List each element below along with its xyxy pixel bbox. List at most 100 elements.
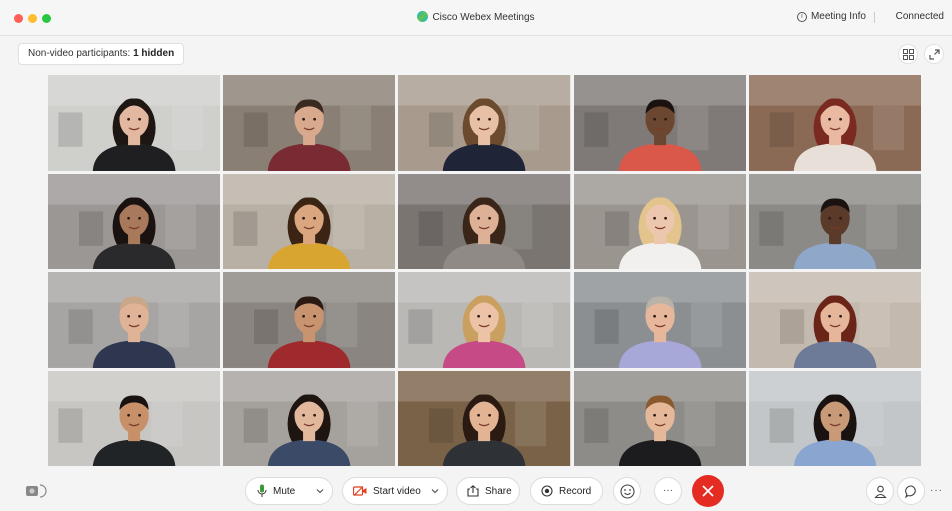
participant-video-feed	[48, 272, 221, 368]
background-window	[676, 105, 708, 151]
non-video-count: 1 hidden	[133, 48, 175, 59]
participant-eye	[488, 314, 492, 318]
start-video-button[interactable]: Start video	[342, 477, 448, 505]
participant-eye	[302, 117, 306, 121]
background-window	[340, 105, 372, 151]
participant-eye	[313, 117, 317, 121]
chevron-down-icon[interactable]	[316, 488, 324, 494]
participant-eye	[313, 314, 317, 318]
meeting-info-label: Meeting Info	[810, 11, 866, 22]
share-button[interactable]: Share	[456, 477, 520, 505]
participant-eye	[313, 216, 317, 220]
more-options-button[interactable]: ···	[654, 477, 682, 505]
background-window	[326, 302, 358, 348]
participant-video-tile[interactable]	[398, 75, 571, 171]
expand-button[interactable]	[924, 44, 944, 64]
participant-video-tile[interactable]	[223, 75, 396, 171]
participant-eye	[477, 117, 481, 121]
background-window	[165, 204, 197, 249]
audio-device-icon[interactable]	[20, 477, 48, 505]
chat-panel-button[interactable]	[897, 477, 925, 505]
background-window	[151, 401, 183, 446]
participant-video-tile[interactable]	[398, 370, 571, 466]
non-video-participants-indicator[interactable]: Non-video participants: 1 hidden	[18, 43, 185, 65]
background-object	[243, 112, 268, 147]
participant-video-feed	[223, 370, 396, 466]
meeting-controls-bar: Mute Start video Share Record ··· ···	[0, 470, 952, 511]
meeting-info-button[interactable]: i Meeting Info	[796, 11, 866, 22]
background-object	[419, 210, 444, 246]
background-object	[583, 407, 609, 443]
participant-eye	[127, 314, 130, 318]
smiley-icon	[620, 484, 635, 499]
participant-eye	[828, 314, 831, 318]
participant-video-tile[interactable]	[748, 75, 921, 171]
participant-eye	[138, 413, 141, 417]
participant-eye	[302, 413, 306, 417]
mute-button[interactable]: Mute	[245, 477, 333, 505]
participant-video-tile[interactable]	[223, 370, 396, 466]
participant-video-feed	[748, 272, 921, 368]
participant-eye	[839, 314, 842, 318]
connection-status: Connected	[895, 11, 944, 22]
participant-video-tile[interactable]	[398, 173, 571, 269]
participant-video-tile[interactable]	[573, 173, 746, 269]
participant-eye	[663, 216, 667, 220]
participant-eye	[652, 413, 656, 417]
participant-eye	[313, 413, 317, 417]
background-window	[158, 302, 190, 348]
background-window	[683, 401, 715, 446]
participant-video-tile[interactable]	[223, 272, 396, 368]
participant-video-feed	[48, 75, 221, 171]
layout-button[interactable]	[898, 44, 918, 64]
participant-eye	[127, 216, 130, 220]
background-object	[594, 309, 619, 344]
record-label: Record	[559, 485, 592, 497]
participant-video-tile[interactable]	[748, 173, 921, 269]
participant-video-feed	[398, 173, 571, 269]
participant-eye	[828, 117, 831, 121]
participant-video-tile[interactable]	[223, 173, 396, 269]
participant-video-feed	[573, 370, 746, 466]
background-object	[243, 407, 268, 443]
participant-video-tile[interactable]	[748, 370, 921, 466]
info-icon: i	[796, 11, 807, 22]
participant-eye	[663, 117, 667, 121]
background-window	[171, 105, 203, 151]
participant-video-tile[interactable]	[48, 272, 221, 368]
participant-video-tile[interactable]	[748, 272, 921, 368]
close-icon	[702, 485, 714, 497]
background-object	[759, 210, 784, 246]
participant-video-tile[interactable]	[398, 272, 571, 368]
chevron-down-icon[interactable]	[431, 488, 439, 494]
background-window	[347, 401, 379, 446]
start-video-label: Start video	[373, 485, 421, 497]
person-icon	[874, 485, 887, 499]
participant-eye	[127, 413, 130, 417]
participant-video-feed	[748, 370, 921, 466]
participant-eye	[828, 216, 831, 220]
background-window	[690, 302, 722, 348]
participant-video-tile[interactable]	[573, 272, 746, 368]
participants-panel-button[interactable]	[866, 477, 894, 505]
background-object	[254, 309, 279, 344]
grid-layout-icon	[903, 49, 914, 60]
participant-video-tile[interactable]	[48, 173, 221, 269]
end-call-button[interactable]	[692, 475, 724, 507]
participant-eye	[652, 216, 656, 220]
record-button[interactable]: Record	[530, 477, 603, 505]
title-divider	[874, 12, 875, 23]
participant-video-tile[interactable]	[573, 75, 746, 171]
participant-video-feed	[398, 272, 571, 368]
participant-eye	[488, 413, 492, 417]
participant-video-tile[interactable]	[48, 370, 221, 466]
reactions-button[interactable]	[613, 477, 641, 505]
more-panels-button[interactable]: ···	[930, 485, 943, 496]
participant-video-feed	[573, 272, 746, 368]
participant-video-feed	[748, 75, 921, 171]
record-icon	[541, 485, 553, 497]
participant-eye	[652, 314, 656, 318]
participant-video-tile[interactable]	[573, 370, 746, 466]
background-window	[852, 401, 884, 446]
participant-video-tile[interactable]	[48, 75, 221, 171]
